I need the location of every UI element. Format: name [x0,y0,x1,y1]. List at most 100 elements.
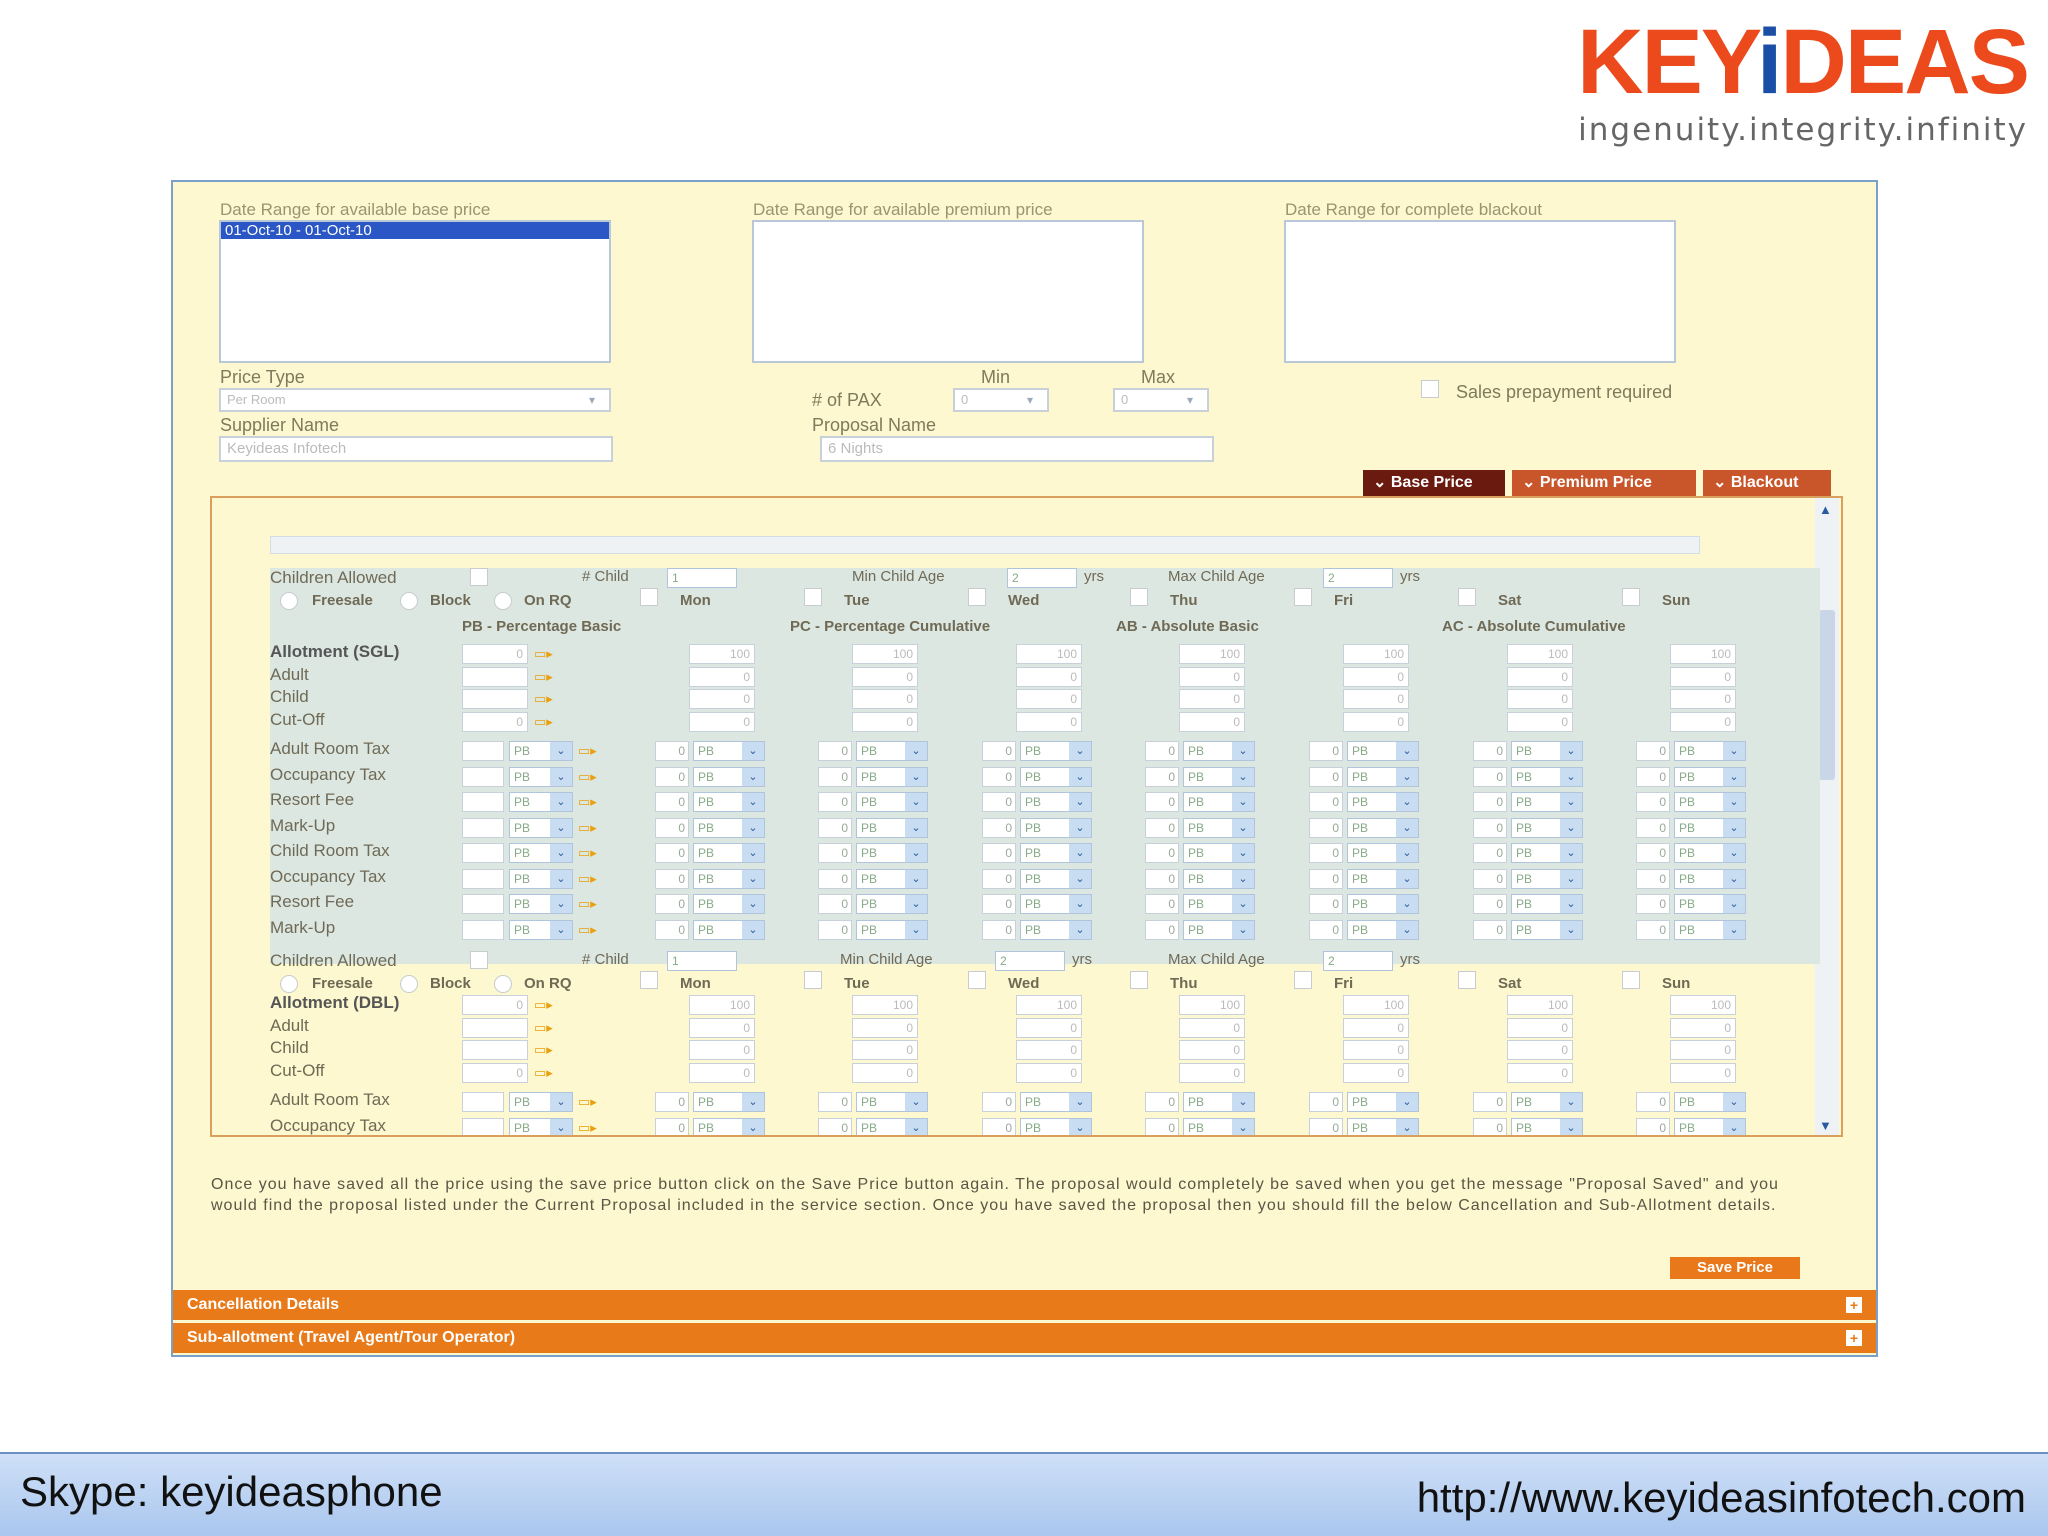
day-tax-type-select[interactable]: PB ⌄ [1674,894,1746,914]
day-value-input[interactable]: 100 [1507,644,1573,664]
day-tax-type-select[interactable]: PB ⌄ [693,919,765,940]
copy-arrow-icon[interactable]: ▭▸ [578,922,600,937]
day-value-input[interactable]: 0 [1016,1040,1082,1060]
copy-arrow-icon[interactable]: ▭▸ [534,714,556,729]
day-tax-input[interactable]: 0 [655,741,689,761]
day-value-input[interactable]: 0 [1670,1062,1736,1083]
tax-input[interactable] [462,1092,504,1112]
day-tax-input[interactable]: 0 [818,1117,852,1135]
day-value-input[interactable]: 0 [1179,689,1245,709]
day-tax-type-select[interactable]: PB ⌄ [1511,792,1583,812]
day-tax-type-select[interactable]: PB ⌄ [1020,843,1092,863]
tab-premium-price[interactable]: ⌄ Premium Price [1512,470,1696,496]
day-tax-type-select[interactable]: PB ⌄ [1183,792,1255,812]
base-range-item[interactable]: 01-Oct-10 - 01-Oct-10 [221,222,609,239]
proposal-field[interactable]: 6 Nights [820,436,1214,462]
expand-icon[interactable]: + [1846,1330,1862,1346]
day-tax-input[interactable]: 0 [1636,919,1670,940]
num-child-select[interactable]: 1 [667,951,737,971]
tax-type-select[interactable]: PB ⌄ [509,1117,573,1135]
day-tax-input[interactable]: 0 [1473,1117,1507,1135]
day-value-input[interactable]: 100 [852,644,918,664]
copy-arrow-icon[interactable]: ▭▸ [578,820,600,835]
day-tax-input[interactable]: 0 [1473,919,1507,940]
day-tax-input[interactable]: 0 [1309,1117,1343,1135]
day-tax-type-select[interactable]: PB ⌄ [1347,766,1419,787]
day-checkbox-sat[interactable] [1458,971,1476,989]
onrq-radio[interactable] [494,975,512,993]
day-value-input[interactable]: 0 [689,711,755,732]
day-value-input[interactable]: 100 [689,644,755,664]
tax-type-select[interactable]: PB ⌄ [509,868,573,889]
day-tax-type-select[interactable]: PB ⌄ [1511,919,1583,940]
day-tax-input[interactable]: 0 [1473,817,1507,838]
day-tax-type-select[interactable]: PB ⌄ [1674,766,1746,787]
day-tax-type-select[interactable]: PB ⌄ [1347,792,1419,812]
copy-arrow-icon[interactable]: ▭▸ [534,647,556,661]
day-tax-type-select[interactable]: PB ⌄ [693,1117,765,1135]
day-tax-type-select[interactable]: PB ⌄ [693,817,765,838]
day-tax-type-select[interactable]: PB ⌄ [1020,792,1092,812]
day-tax-input[interactable]: 0 [1309,741,1343,761]
day-value-input[interactable]: 0 [1179,1040,1245,1060]
day-tax-type-select[interactable]: PB ⌄ [1020,868,1092,889]
row-input-cutoff[interactable]: 0 [462,711,528,732]
save-price-button[interactable]: Save Price [1670,1257,1800,1279]
day-tax-input[interactable]: 0 [1473,894,1507,914]
day-tax-input[interactable]: 0 [1145,741,1179,761]
day-checkbox-wed[interactable] [968,971,986,989]
day-checkbox-sat[interactable] [1458,588,1476,606]
day-tax-input[interactable]: 0 [1145,843,1179,863]
day-value-input[interactable]: 0 [1343,1040,1409,1060]
supplier-field[interactable]: Keyideas Infotech [219,436,613,462]
day-checkbox-mon[interactable] [640,971,658,989]
day-value-input[interactable]: 0 [1016,666,1082,687]
day-tax-input[interactable]: 0 [1473,1092,1507,1112]
min-child-age-select[interactable]: 2 [995,951,1065,971]
day-tax-type-select[interactable]: PB ⌄ [856,792,928,812]
copy-arrow-icon[interactable]: ▭▸ [534,1043,556,1057]
day-value-input[interactable]: 100 [1507,995,1573,1015]
day-tax-input[interactable]: 0 [1145,766,1179,787]
day-checkbox-sun[interactable] [1622,971,1640,989]
website-link[interactable]: http://www.keyideasinfotech.com [1417,1474,2026,1522]
max-child-age-select[interactable]: 2 [1323,568,1393,588]
day-tax-type-select[interactable]: PB ⌄ [1020,1092,1092,1112]
pax-max-select[interactable]: 0 ▾ [1113,388,1209,412]
day-tax-input[interactable]: 0 [655,792,689,812]
row-input-adult[interactable] [462,1017,528,1038]
tax-input[interactable] [462,1117,504,1135]
day-tax-input[interactable]: 0 [982,919,1016,940]
day-tax-input[interactable]: 0 [655,766,689,787]
num-child-select[interactable]: 1 [667,568,737,588]
day-value-input[interactable]: 0 [852,1062,918,1083]
day-value-input[interactable]: 0 [1507,666,1573,687]
day-value-input[interactable]: 0 [689,666,755,687]
day-tax-type-select[interactable]: PB ⌄ [693,741,765,761]
sub-allotment-bar[interactable]: Sub-allotment (Travel Agent/Tour Operato… [173,1323,1876,1353]
day-tax-input[interactable]: 0 [1636,741,1670,761]
day-tax-type-select[interactable]: PB ⌄ [1020,817,1092,838]
day-tax-type-select[interactable]: PB ⌄ [1183,741,1255,761]
day-checkbox-fri[interactable] [1294,588,1312,606]
day-value-input[interactable]: 0 [1179,666,1245,687]
day-tax-input[interactable]: 0 [1636,1092,1670,1112]
day-value-input[interactable]: 0 [1343,1062,1409,1083]
day-tax-type-select[interactable]: PB ⌄ [1183,817,1255,838]
row-input-child[interactable] [462,1040,528,1060]
day-tax-type-select[interactable]: PB ⌄ [1183,868,1255,889]
tax-type-select[interactable]: PB ⌄ [509,741,573,761]
day-checkbox-mon[interactable] [640,588,658,606]
day-value-input[interactable]: 0 [852,711,918,732]
day-tax-type-select[interactable]: PB ⌄ [693,792,765,812]
block-radio[interactable] [400,592,418,610]
day-value-input[interactable]: 100 [1670,644,1736,664]
row-input-cutoff[interactable]: 0 [462,1062,528,1083]
day-tax-type-select[interactable]: PB ⌄ [1020,919,1092,940]
day-value-input[interactable]: 0 [1507,1040,1573,1060]
day-tax-input[interactable]: 0 [818,868,852,889]
day-tax-input[interactable]: 0 [982,894,1016,914]
day-tax-type-select[interactable]: PB ⌄ [1674,843,1746,863]
day-tax-type-select[interactable]: PB ⌄ [856,817,928,838]
day-tax-input[interactable]: 0 [818,843,852,863]
